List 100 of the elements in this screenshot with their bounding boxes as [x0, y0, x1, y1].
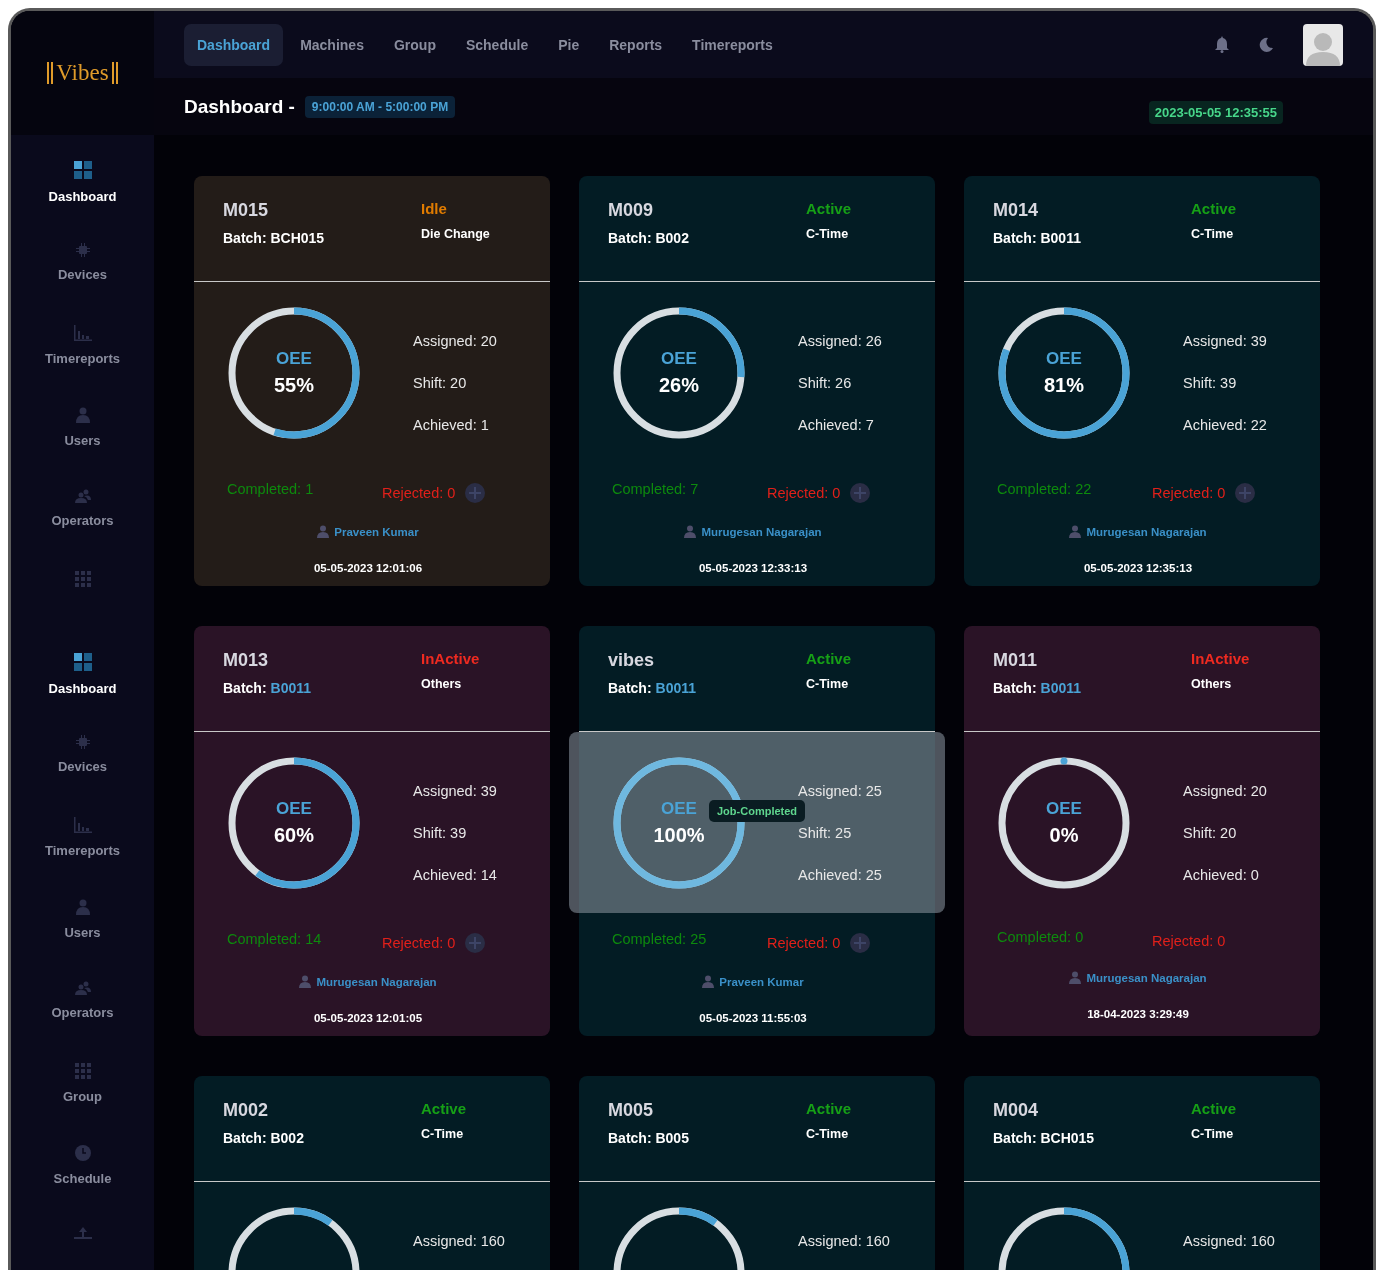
- machine-card[interactable]: M013 Batch: B0011 InActive Others OEE 60% Assigned: 39 Shift: 39 Achieved: 14 Completed: 14 Rejected: 0 Murugesan Nagarajan 05-05-2023 12:01:05: [194, 626, 550, 1036]
- rejected-count: Rejected: 0: [1152, 933, 1226, 949]
- chip-icon: [75, 243, 90, 257]
- status-reason: Die Change: [421, 227, 491, 241]
- rejected-count: Rejected: 0: [382, 935, 456, 951]
- machine-card[interactable]: M005 Batch: B005 Active C-Time Assigned: 160: [579, 1076, 935, 1270]
- user-icon: [317, 525, 330, 538]
- completed-count: Completed: 25: [612, 931, 708, 947]
- operator-name[interactable]: Murugesan Nagarajan: [701, 525, 822, 538]
- add-button[interactable]: [850, 933, 871, 953]
- nav-tab[interactable]: Group: [380, 23, 449, 66]
- oee-label: OEE: [1046, 799, 1082, 819]
- achieved-count: Achieved: 22: [1183, 417, 1268, 433]
- achieved-count: Achieved: 25: [798, 867, 883, 883]
- operator-name[interactable]: Murugesan Nagarajan: [1086, 525, 1207, 538]
- timestamp: 18-04-2023 3:29:49: [1086, 1008, 1190, 1020]
- sidebar-item[interactable]: Operators: [11, 981, 154, 1063]
- sidebar-item[interactable]: Devices: [11, 243, 154, 325]
- datetime-badge: 2023-05-05 12:35:55: [1148, 101, 1283, 124]
- machine-status: InActive: [1191, 650, 1251, 667]
- machine-card[interactable]: M011 Batch: B0011 InActive Others OEE 0% Assigned: 20 Shift: 20 Achieved: 0 Completed: 0 Rejected: 0 Murugesan Nagarajan 18-04-2023 3:29:49: [964, 626, 1320, 1036]
- sidebar-item[interactable]: Users: [11, 899, 154, 981]
- tray-icon[interactable]: [73, 1227, 92, 1239]
- sidebar-item[interactable]: Group: [11, 1063, 154, 1145]
- rejected-count: Rejected: 0: [767, 485, 841, 501]
- add-button[interactable]: [465, 483, 486, 503]
- bell-icon[interactable]: [1215, 36, 1229, 53]
- machine-name: M015: [223, 200, 270, 221]
- sidebar-item[interactable]: Timereports: [11, 817, 154, 899]
- machine-name: M014: [993, 200, 1040, 221]
- operator-name[interactable]: Praveen Kumar: [334, 525, 419, 538]
- batch-label: Batch:: [608, 680, 652, 696]
- page-title: Dashboard -: [184, 95, 295, 118]
- grid-icon: [74, 1063, 91, 1079]
- machine-status: Active: [1191, 1100, 1238, 1117]
- nav-tab[interactable]: Dashboard: [184, 23, 284, 66]
- status-reason: Others: [1191, 677, 1233, 691]
- nav-tab[interactable]: Reports: [596, 23, 676, 66]
- sidebar-item[interactable]: Operators: [11, 489, 154, 571]
- nav-tab[interactable]: Machines: [287, 23, 377, 66]
- nav-tab[interactable]: Pie: [545, 23, 593, 66]
- timestamp: 05-05-2023 11:55:03: [698, 1012, 808, 1024]
- users-icon: [74, 489, 91, 503]
- shift-count: Shift: 25: [798, 825, 853, 841]
- batch-link[interactable]: B0011: [655, 680, 697, 696]
- sidebar-item[interactable]: Timereports: [11, 325, 154, 407]
- machine-name: M013: [223, 650, 270, 671]
- machine-card[interactable]: M004 Batch: BCH015 Active C-Time Assigned: 160: [964, 1076, 1320, 1270]
- batch-label: Batch:: [993, 680, 1037, 696]
- achieved-count: Achieved: 1: [413, 417, 490, 433]
- nav-tab[interactable]: Timereports: [679, 23, 786, 66]
- timestamp: 05-05-2023 12:01:06: [312, 562, 424, 574]
- shift-count: Shift: 20: [413, 375, 468, 391]
- user-icon: [299, 975, 312, 988]
- batch-label: Batch:: [223, 680, 267, 696]
- batch-link[interactable]: B0011: [1040, 680, 1082, 696]
- operator-name[interactable]: Praveen Kumar: [719, 975, 804, 988]
- machine-status: Active: [806, 1100, 853, 1117]
- chip-icon: [75, 735, 90, 749]
- add-button[interactable]: [850, 483, 871, 503]
- sidebar-item[interactable]: Schedule: [11, 1145, 154, 1227]
- machine-card[interactable]: M009 Batch: B002 Active C-Time OEE 26% Assigned: 26 Shift: 26 Achieved: 7 Completed: 7 Rejected: 0 Murugesan Nagarajan 05-05-2023 12:33:13: [579, 176, 935, 586]
- oee-value: 60%: [274, 824, 314, 847]
- completed-count: Completed: 14: [227, 931, 323, 947]
- assigned-count: Assigned: 39: [413, 783, 498, 799]
- grid-icon[interactable]: [74, 571, 91, 587]
- moon-icon[interactable]: [1259, 37, 1273, 52]
- machine-card[interactable]: M002 Batch: B002 Active C-Time Assigned: 160: [194, 1076, 550, 1270]
- sidebar-item[interactable]: Devices: [11, 735, 154, 817]
- sidebar-item[interactable]: Dashboard: [11, 653, 154, 735]
- operator-name[interactable]: Murugesan Nagarajan: [1086, 971, 1207, 984]
- add-button[interactable]: [1235, 483, 1256, 503]
- batch-label: Batch: B002: [608, 230, 689, 246]
- avatar[interactable]: [1303, 23, 1343, 66]
- shift-count: Shift: 39: [413, 825, 468, 841]
- batch-link[interactable]: B0011: [270, 680, 312, 696]
- machine-status: Idle: [421, 200, 448, 217]
- machine-name: M004: [993, 1100, 1040, 1121]
- shift-count: Shift: 20: [1183, 825, 1238, 841]
- operator-name[interactable]: Murugesan Nagarajan: [316, 975, 437, 988]
- logo: Vibes: [11, 11, 154, 135]
- sidebar-item[interactable]: Users: [11, 407, 154, 489]
- assigned-count: Assigned: 160: [413, 1233, 506, 1249]
- oee-label: OEE: [1046, 349, 1082, 369]
- shift-time-badge: 9:00:00 AM - 5:00:00 PM: [304, 95, 456, 118]
- assigned-count: Assigned: 26: [798, 333, 883, 349]
- machine-card[interactable]: M015 Batch: BCH015 Idle Die Change OEE 55% Assigned: 20 Shift: 20 Achieved: 1 Completed: 1 Rejected: 0 Praveen Kumar 05-05-2023 12:01:06: [194, 176, 550, 586]
- batch-label: Batch: B0011: [993, 230, 1081, 246]
- assigned-count: Assigned: 20: [413, 333, 498, 349]
- nav-tab[interactable]: Schedule: [452, 23, 542, 66]
- users-icon: [74, 981, 91, 995]
- add-button[interactable]: [465, 933, 486, 953]
- batch-label: Batch: BCH015: [993, 1130, 1095, 1146]
- user-icon: [702, 975, 715, 988]
- machine-name: vibes: [608, 650, 656, 671]
- completed-count: Completed: 7: [612, 481, 700, 497]
- machine-card[interactable]: M014 Batch: B0011 Active C-Time OEE 81% Assigned: 39 Shift: 39 Achieved: 22 Completed: 22 Rejected: 0 Murugesan Nagarajan 05-05-2023 12:35:13: [964, 176, 1320, 586]
- bar-chart-icon: [73, 325, 92, 341]
- sidebar-item[interactable]: Dashboard: [11, 161, 154, 243]
- rejected-count: Rejected: 0: [382, 485, 456, 501]
